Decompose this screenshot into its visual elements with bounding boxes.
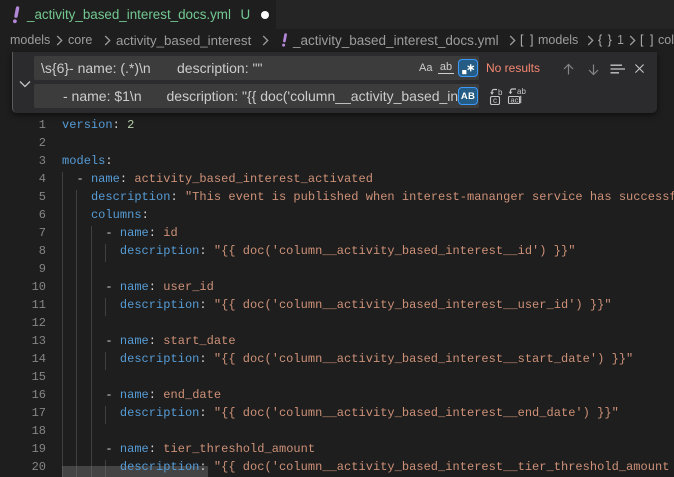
svg-text:ac: ac — [511, 96, 519, 105]
svg-text:b: b — [498, 88, 503, 97]
svg-text:c: c — [493, 96, 497, 105]
